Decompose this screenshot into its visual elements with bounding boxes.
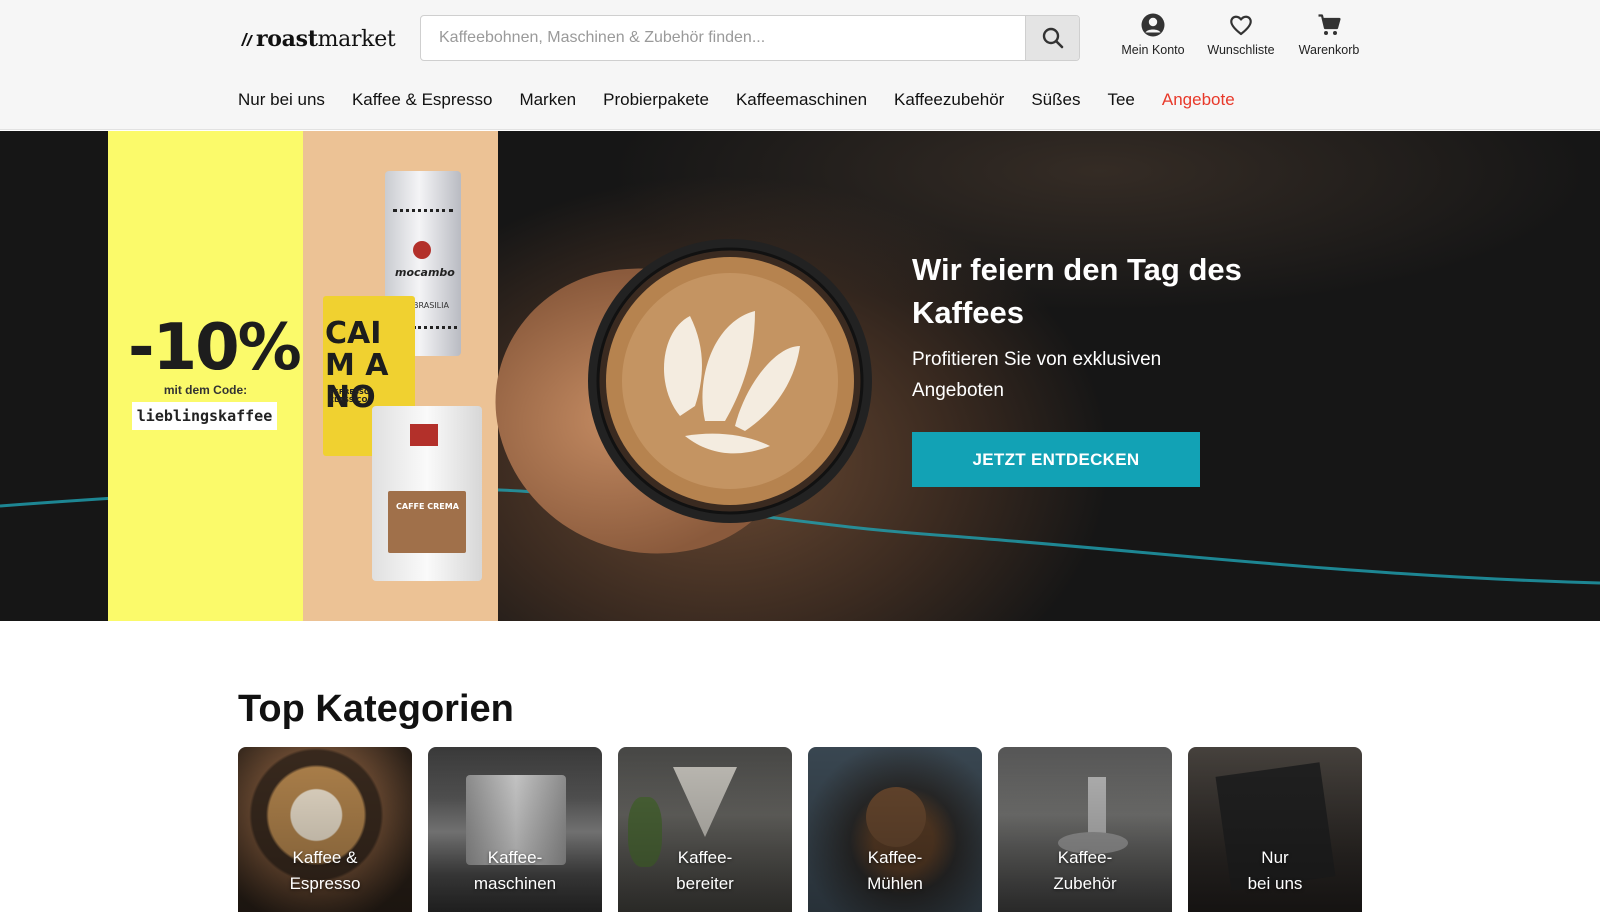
category-label: Nur bei uns <box>1247 848 1303 893</box>
search-bar <box>420 15 1080 61</box>
cart-icon <box>1318 14 1341 35</box>
cart-label: Warenkorb <box>1298 43 1360 57</box>
nav-item-brands[interactable]: Marken <box>519 90 576 110</box>
nav-item-coffee-machines[interactable]: Kaffeemaschinen <box>736 90 867 110</box>
category-card-coffee-machines[interactable]: Kaffee- maschinen <box>428 747 602 912</box>
coffee-bag-speicherstadt: CAFFE CREMA <box>372 406 482 581</box>
search-icon <box>1042 27 1063 49</box>
main-nav: Nur bei uns Kaffee & Espresso Marken Pro… <box>238 90 1235 110</box>
logo-text: roastmarket <box>256 26 396 52</box>
bag1-name: BRASILIA <box>413 301 449 310</box>
roastmarket-logo[interactable]: roastmarket <box>238 24 396 54</box>
account-icon <box>1141 13 1165 37</box>
nav-item-sweets[interactable]: Süßes <box>1031 90 1080 110</box>
my-account-label: Mein Konto <box>1121 43 1185 57</box>
logo-mark-icon <box>241 33 253 46</box>
discover-now-button[interactable]: JETZT ENTDECKEN <box>912 432 1200 487</box>
bag1-brand: mocambo <box>395 266 455 279</box>
category-card-exclusive[interactable]: Nur bei uns <box>1188 747 1362 912</box>
category-list: Kaffee & Espresso Kaffee- maschinen Kaff… <box>238 747 1362 912</box>
wishlist-label: Wunschliste <box>1207 43 1275 57</box>
latte-cup-image <box>588 239 872 523</box>
category-label: Kaffee- maschinen <box>473 848 557 893</box>
category-card-coffee-makers[interactable]: Kaffee- bereiter <box>618 747 792 912</box>
nav-item-coffee-espresso[interactable]: Kaffee & Espresso <box>352 90 493 110</box>
heart-icon <box>1230 15 1252 36</box>
cart-link[interactable]: Warenkorb <box>1293 12 1365 57</box>
promo-discount: -10% <box>128 311 302 385</box>
search-input[interactable] <box>421 16 1025 60</box>
bag3-name: CAFFE CREMA <box>396 502 459 511</box>
top-categories-title: Top Kategorien <box>238 688 514 730</box>
category-card-accessories[interactable]: Kaffee- Zubehör <box>998 747 1172 912</box>
nav-item-tasting-packs[interactable]: Probierpakete <box>603 90 709 110</box>
category-label: Kaffee- Mühlen <box>867 848 923 893</box>
search-button[interactable] <box>1025 16 1079 60</box>
category-card-coffee-espresso[interactable]: Kaffee & Espresso <box>238 747 412 912</box>
category-label: Kaffee- bereiter <box>676 848 734 893</box>
hero-title: Wir feiern den Tag des Kaffees <box>912 252 1242 330</box>
promo-code: lieblingskaffee <box>132 402 277 430</box>
promo-code-label: mit dem Code: <box>163 383 248 397</box>
account-links: Mein Konto Wunschliste Warenkorb <box>1117 12 1365 57</box>
bag2-sub: ESPRESSO CLASSICO <box>329 388 370 404</box>
category-card-grinders[interactable]: Kaffee- Mühlen <box>808 747 982 912</box>
nav-item-exclusive[interactable]: Nur bei uns <box>238 90 325 110</box>
nav-item-accessories[interactable]: Kaffeezubehör <box>894 90 1004 110</box>
nav-item-tea[interactable]: Tee <box>1107 90 1134 110</box>
hero-subtitle: Profitieren Sie von exklusiven Angeboten <box>912 349 1162 401</box>
my-account-link[interactable]: Mein Konto <box>1117 12 1189 57</box>
hero-banner[interactable]: -10% mit dem Code: lieblingskaffee mocam… <box>0 131 1600 621</box>
site-header: roastmarket Mein Konto Wunschliste <box>0 0 1600 130</box>
nav-item-offers[interactable]: Angebote <box>1162 90 1235 110</box>
category-label: Kaffee & Espresso <box>289 848 361 893</box>
wishlist-link[interactable]: Wunschliste <box>1205 12 1277 57</box>
category-label: Kaffee- Zubehör <box>1053 848 1117 893</box>
